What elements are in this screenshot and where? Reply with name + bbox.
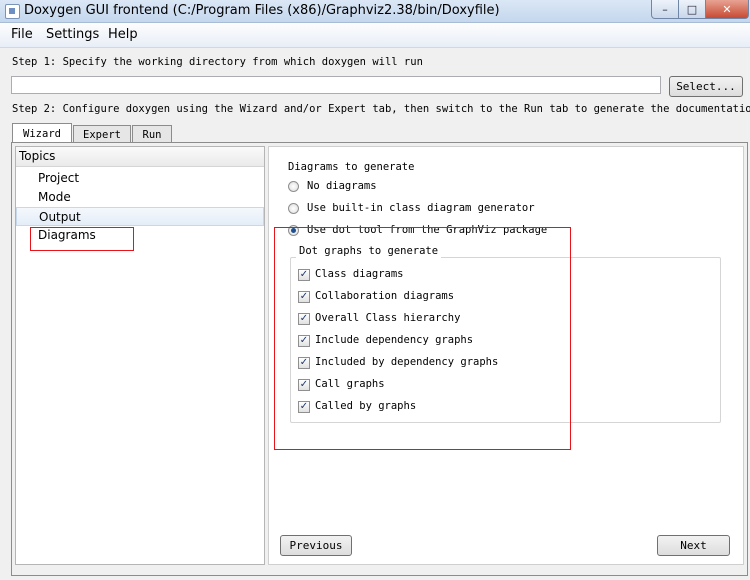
topics-header: Topics [16,147,264,167]
tab-run[interactable]: Run [132,125,172,143]
tab-wizard[interactable]: Wizard [12,123,72,143]
next-button[interactable]: Next [657,535,730,556]
menu-file[interactable]: File [11,27,33,43]
close-button[interactable]: ✕ [705,0,749,19]
topic-output[interactable]: Output [16,207,264,226]
step2-label: Step 2: Configure doxygen using the Wiza… [12,103,750,115]
step1-label: Step 1: Specify the working directory fr… [12,56,423,68]
menu-help[interactable]: Help [108,27,138,43]
select-directory-button[interactable]: Select... [669,76,743,97]
topic-project[interactable]: Project [16,169,264,188]
menu-settings[interactable]: Settings [46,27,99,43]
topic-mode[interactable]: Mode [16,188,264,207]
app-icon [5,4,20,19]
radio-no-diagrams-label[interactable]: No diagrams [307,180,377,193]
window-title: Doxygen GUI frontend (C:/Program Files (… [24,3,500,18]
radio-builtin-class-diagram-label[interactable]: Use built-in class diagram generator [307,202,535,215]
radio-no-diagrams[interactable] [288,181,299,192]
minimize-button[interactable]: – [651,0,679,19]
previous-button[interactable]: Previous [280,535,352,556]
diagrams-heading: Diagrams to generate [288,161,415,173]
radio-builtin-class-diagram[interactable] [288,203,299,214]
maximize-button[interactable]: □ [678,0,706,19]
working-directory-input[interactable] [11,76,661,94]
tab-expert[interactable]: Expert [73,125,131,143]
diagrams-highlight-box [30,227,134,251]
dot-options-highlight-box [274,227,571,450]
